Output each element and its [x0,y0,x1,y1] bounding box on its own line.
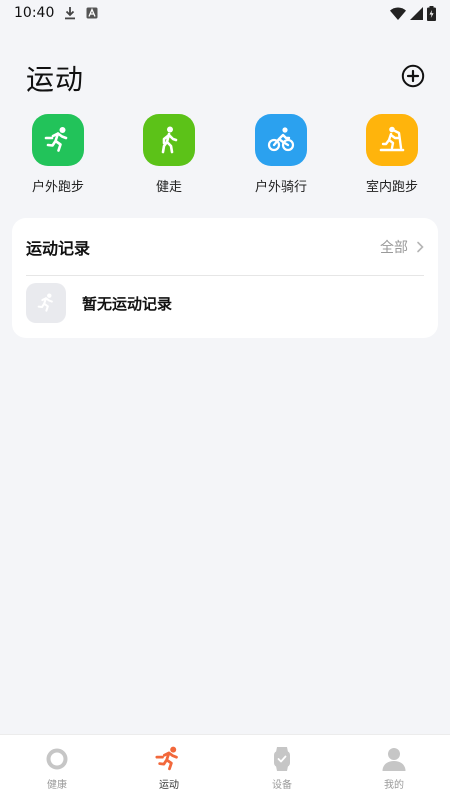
sport-indoor-run[interactable]: 室内跑步 [342,114,442,198]
empty-record-icon-box [26,283,66,323]
wifi-icon [390,7,406,20]
nav-health-icon-wrap [43,745,71,773]
indoor-run-tile [366,114,418,166]
sport-label: 户外骑行 [254,180,307,195]
records-card: 运动记录 全部 暂无运动记录 [12,218,438,338]
status-time: 10:40 [14,5,55,21]
status-left: 10:40 [14,5,98,21]
records-all-label: 全部 [380,240,408,256]
plus-circle-icon [401,64,425,88]
running-icon [44,127,68,152]
sport-outdoor-run[interactable]: 户外跑步 [8,114,108,198]
outdoor-cycle-tile [255,114,307,166]
nav-label: 设备 [272,780,292,791]
nav-profile-icon-wrap [380,745,408,773]
app-notification-icon [86,7,98,19]
nav-label: 运动 [159,780,179,791]
cellular-signal-icon [410,6,423,20]
nav-device[interactable]: 设备 [226,735,338,800]
status-right [390,5,436,21]
download-icon [64,6,76,20]
walking-icon [161,126,178,154]
records-all-link[interactable]: 全部 [380,237,424,257]
running-icon [155,746,178,771]
empty-records-text: 暂无运动记录 [82,294,173,313]
nav-device-icon-wrap [268,745,296,773]
cycling-icon [267,127,295,152]
nav-profile[interactable]: 我的 [338,735,450,800]
chevron-right-icon [417,241,424,253]
page-title: 运动 [26,63,85,96]
sport-outdoor-cycle[interactable]: 户外骑行 [231,114,331,198]
divider [26,275,424,276]
sport-type-row: 户外跑步 健走 户外骑行 室内跑步 [0,114,450,198]
nav-health[interactable]: 健康 [1,735,113,800]
battery-icon [427,5,436,21]
nav-sport-icon-wrap [155,745,183,773]
sport-walk[interactable]: 健走 [119,114,219,198]
nav-label: 健康 [47,780,67,791]
status-bar: 10:40 [0,0,450,26]
records-header[interactable]: 运动记录 全部 [12,218,438,276]
walk-tile [143,114,195,166]
records-empty-state: 暂无运动记录 [26,282,172,324]
nav-label: 我的 [384,780,404,791]
records-title: 运动记录 [26,239,91,258]
bottom-nav: 健康 运动 设备 我的 [0,734,450,800]
profile-icon [382,748,406,771]
sport-label: 室内跑步 [365,180,418,195]
running-icon [37,293,53,312]
sport-label: 户外跑步 [31,180,84,195]
nav-sport[interactable]: 运动 [113,735,225,800]
outdoor-run-tile [32,114,84,166]
sport-label: 健走 [155,180,182,195]
treadmill-icon [379,126,405,152]
add-button[interactable] [400,63,426,89]
health-ring-icon [46,748,68,770]
watch-icon [274,747,290,771]
